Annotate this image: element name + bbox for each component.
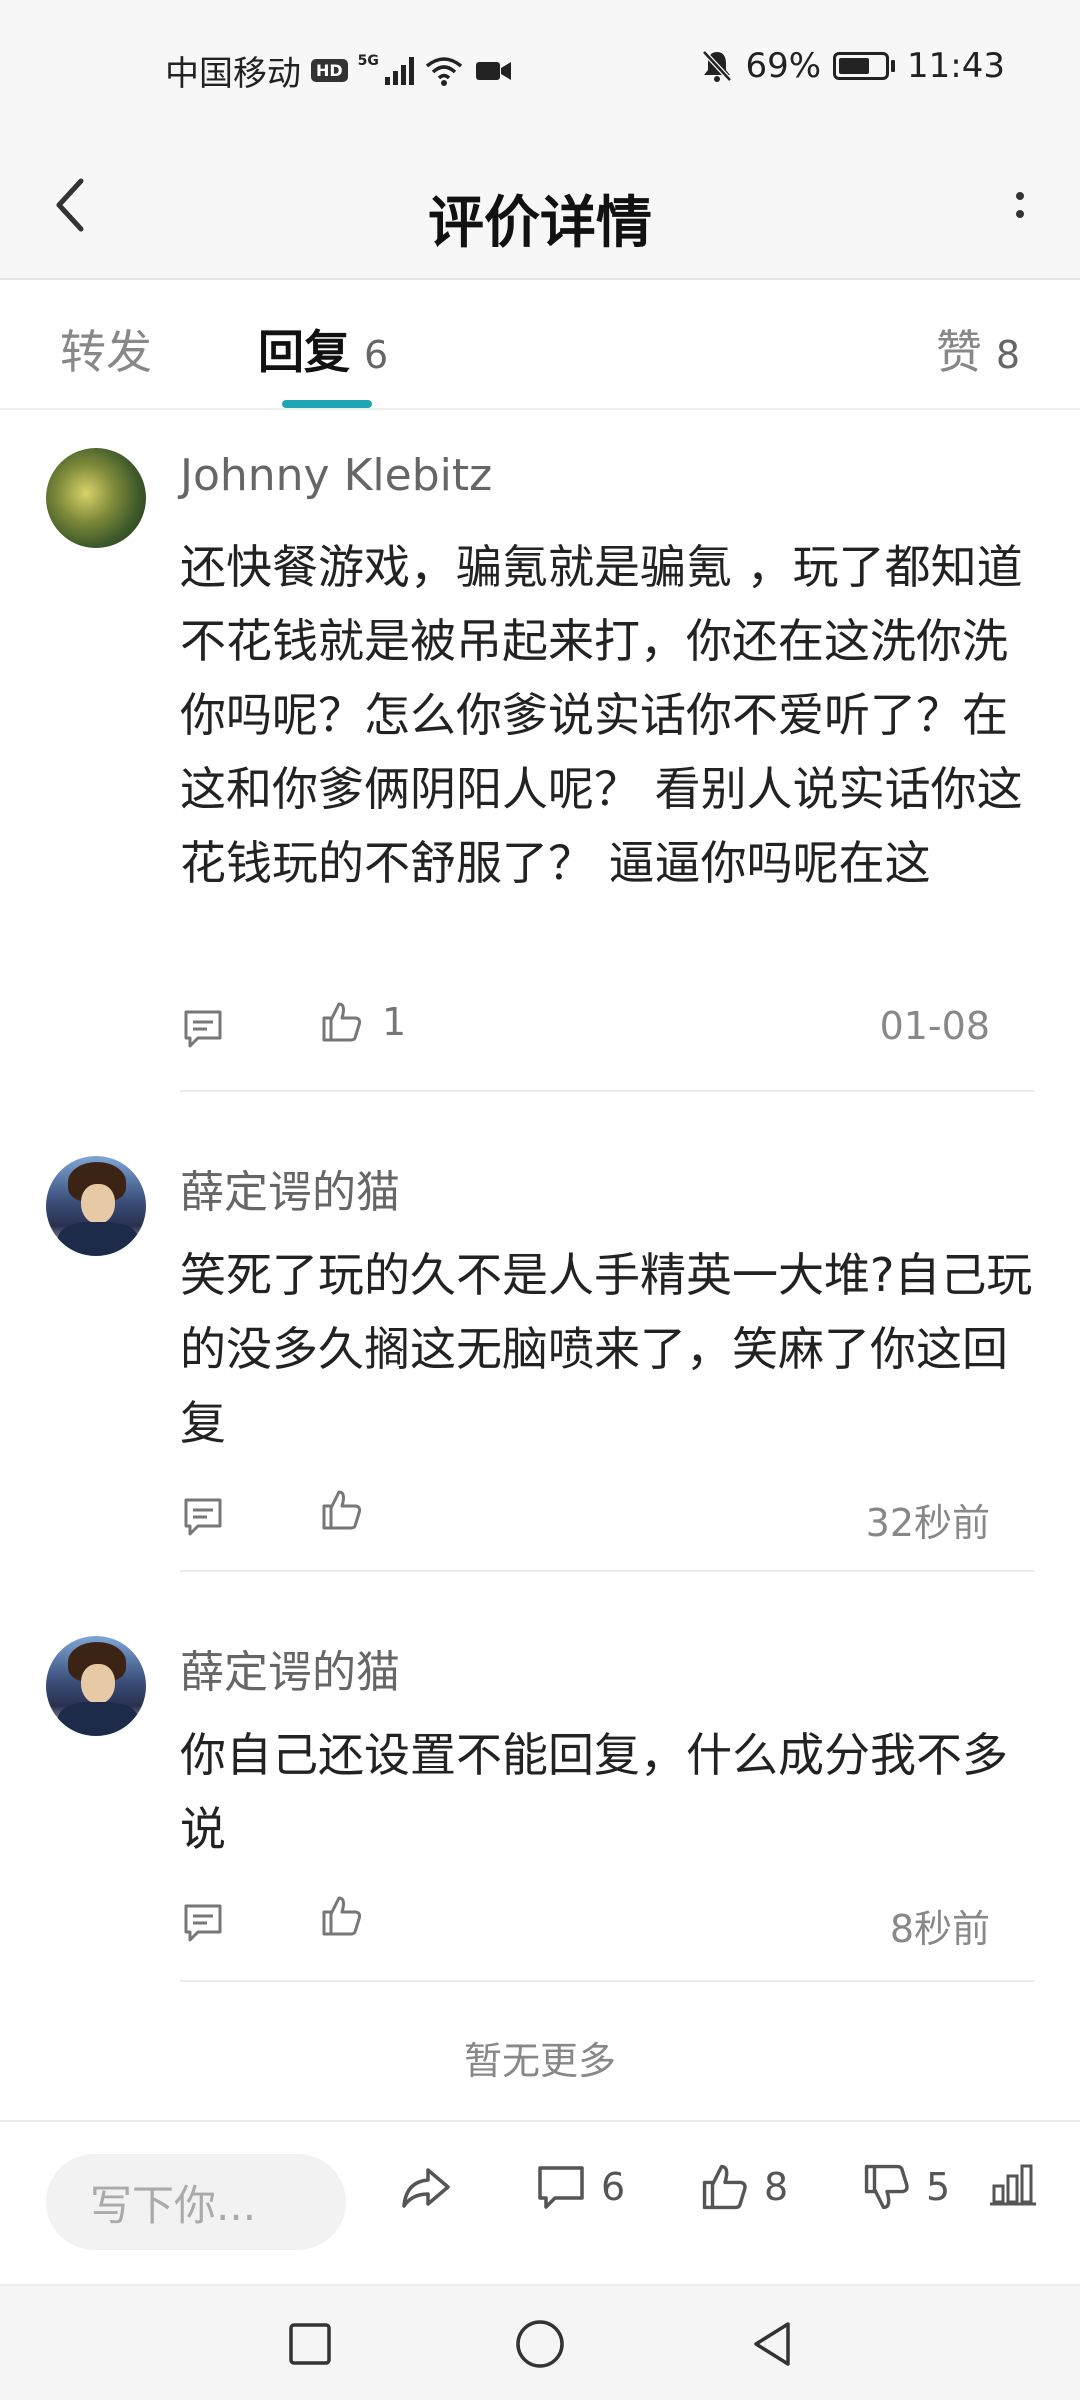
comment-icon — [538, 2166, 584, 2209]
no-more-label: 暂无更多 — [463, 2039, 616, 2083]
like-count: 8 — [764, 2165, 789, 2209]
tab-count: 8 — [995, 333, 1020, 377]
comment-username[interactable]: Johnny Klebitz — [180, 450, 492, 501]
comment-username[interactable]: 薛定谔的猫 — [180, 1636, 400, 1700]
comment-time: 01-08 — [879, 1004, 990, 1048]
like-button[interactable] — [320, 1488, 382, 1532]
home-button[interactable] — [510, 2314, 570, 2374]
system-nav-bar — [0, 2284, 1080, 2400]
clock: 11:43 — [907, 46, 1005, 86]
back-nav-button[interactable] — [742, 2314, 802, 2374]
tab-bar: 转发 回复 6 赞 8 — [0, 282, 1080, 410]
like-post-button[interactable]: 8 — [700, 2162, 788, 2212]
reply-icon[interactable] — [180, 1900, 226, 1946]
comment-time: 8秒前 — [889, 1907, 990, 1951]
screen: 中国移动 HD 5G 69% 11:43 评价详情 转发 回复 6 赞 8 Jo… — [0, 0, 1080, 2400]
stats-button[interactable] — [988, 2162, 1038, 2208]
tab-active-indicator — [282, 400, 372, 408]
dislike-count: 5 — [926, 2165, 951, 2209]
hd-badge: HD — [311, 59, 348, 82]
comment-input[interactable]: 写下你... — [46, 2154, 346, 2250]
divider — [180, 1090, 1035, 1092]
status-right: 69% 11:43 — [701, 46, 1005, 86]
top-app-bar: 评价详情 — [0, 130, 1080, 280]
signal-icon — [384, 56, 414, 85]
comment-text: 还快餐游戏，骗氪就是骗氪 ，玩了都知道不花钱就是被吊起来打，你还在这洗你洗你吗呢… — [180, 540, 1023, 890]
wifi-icon — [425, 56, 463, 86]
circle-icon — [516, 2320, 564, 2368]
battery-percent: 69% — [745, 46, 822, 86]
divider — [180, 1980, 1035, 1982]
tab-replies[interactable]: 回复 6 — [258, 316, 388, 382]
tab-likes[interactable]: 赞 8 — [936, 316, 1020, 382]
comment-actions: 8秒前 — [180, 1894, 1040, 1954]
like-button[interactable]: 1 — [320, 1000, 406, 1044]
comment-actions: 32秒前 — [180, 1488, 1040, 1548]
triangle-back-icon — [754, 2322, 790, 2366]
comment-text: 你自己还设置不能回复，什么成分我不多说 — [180, 1728, 1008, 1856]
tab-label: 赞 — [935, 325, 982, 379]
comment-actions: 1 01-08 — [180, 1000, 1040, 1060]
battery-fill — [839, 58, 870, 74]
thumbs-down-icon — [864, 2164, 909, 2210]
avatar[interactable] — [46, 1156, 146, 1256]
tab-label: 转发 — [60, 325, 152, 379]
page-title: 评价详情 — [428, 191, 652, 256]
comment-count: 6 — [601, 2165, 626, 2209]
battery-icon — [833, 52, 896, 80]
tab-forward[interactable]: 转发 — [60, 316, 152, 382]
comment-text: 笑死了玩的久不是人手精英一大堆?自己玩的没多久搁这无脑喷来了，笑麻了你这回复 — [180, 1248, 1033, 1450]
bar-chart-icon — [990, 2164, 1036, 2206]
thumbs-up-icon — [702, 2164, 747, 2210]
comment-username[interactable]: 薛定谔的猫 — [180, 1156, 400, 1220]
avatar[interactable] — [46, 1636, 146, 1736]
share-icon — [402, 2168, 450, 2208]
thumbs-up-icon — [322, 1896, 362, 1936]
reply-icon[interactable] — [180, 1494, 226, 1540]
square-icon — [289, 2323, 331, 2365]
bottom-action-bar: 写下你... 6 8 5 — [0, 2120, 1080, 2280]
dislike-button[interactable]: 5 — [862, 2162, 950, 2212]
comment-button[interactable]: 6 — [535, 2162, 625, 2212]
share-button[interactable] — [398, 2162, 454, 2212]
tab-count: 6 — [364, 333, 389, 377]
divider — [180, 1570, 1035, 1572]
network-type: 5G — [357, 52, 379, 69]
thumbs-up-icon — [322, 1490, 362, 1530]
status-left: 中国移动 HD 5G — [165, 46, 514, 95]
like-count: 1 — [382, 1000, 407, 1044]
like-button[interactable] — [320, 1894, 382, 1938]
tab-label: 回复 — [258, 325, 350, 379]
mute-bell-icon — [702, 50, 733, 82]
status-bar: 中国移动 HD 5G 69% 11:43 — [0, 0, 1080, 130]
recents-button[interactable] — [280, 2314, 340, 2374]
thumbs-up-icon — [322, 1002, 362, 1042]
carrier-name: 中国移动 — [165, 54, 301, 94]
more-dot-icon — [1016, 210, 1024, 218]
reply-icon[interactable] — [180, 1006, 226, 1052]
more-options-button[interactable] — [1000, 170, 1040, 240]
video-call-icon — [475, 61, 511, 80]
comment-time: 32秒前 — [865, 1501, 990, 1545]
more-dot-icon — [1016, 192, 1024, 200]
avatar[interactable] — [46, 448, 146, 548]
